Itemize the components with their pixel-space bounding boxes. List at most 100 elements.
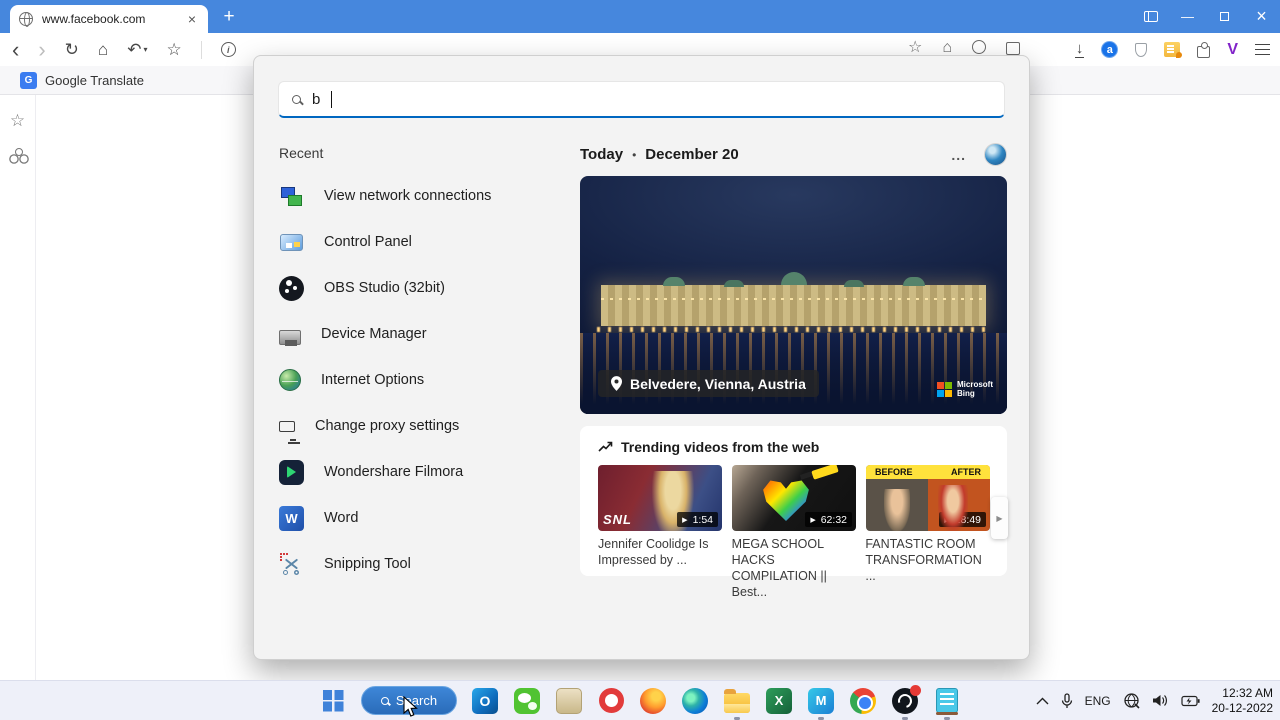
- taskbar-notepad[interactable]: [933, 687, 961, 720]
- recent-item-wondershare-filmora[interactable]: Wondershare Filmora: [279, 449, 559, 495]
- language-indicator[interactable]: ENG: [1085, 694, 1111, 708]
- assistant-extension-icon[interactable]: a: [1101, 41, 1119, 58]
- account-icon[interactable]: [972, 40, 987, 54]
- restore-button[interactable]: [1206, 0, 1243, 33]
- globe-avatar-icon[interactable]: [984, 143, 1007, 166]
- v-extension-icon[interactable]: V: [1227, 41, 1238, 59]
- more-options-button[interactable]: ...: [945, 147, 972, 163]
- video-title-1[interactable]: Jennifer Coolidge Is Impressed by ...: [598, 537, 722, 601]
- back-button[interactable]: ‹: [12, 38, 19, 61]
- excel-icon: X: [766, 687, 792, 714]
- star-icon[interactable]: ☆: [908, 40, 922, 56]
- notes-extension-icon[interactable]: [1164, 42, 1183, 58]
- internet-options-icon: [279, 369, 301, 391]
- running-indicator: [944, 716, 950, 720]
- proxy-settings-icon: [279, 421, 296, 441]
- tab-tiling-button[interactable]: [1132, 0, 1169, 33]
- taskbar-obs[interactable]: [891, 684, 921, 720]
- menu-hamburger-icon[interactable]: [1255, 43, 1270, 46]
- recent-item-obs-studio[interactable]: OBS Studio (32bit): [279, 265, 559, 311]
- recent-item-view-network-connections[interactable]: View network connections: [279, 173, 559, 219]
- video-title-3[interactable]: FANTASTIC ROOM TRANSFORMATION ...: [865, 537, 989, 601]
- taskbar-outlook[interactable]: O: [471, 687, 499, 715]
- recent-item-label: Change proxy settings: [315, 418, 460, 434]
- video-title-line: FANTASTIC ROOM: [865, 537, 976, 551]
- new-tab-button[interactable]: +: [216, 4, 242, 29]
- forward-button[interactable]: ›: [38, 38, 45, 61]
- recent-item-word[interactable]: W Word: [279, 495, 559, 541]
- taskbar-app[interactable]: [555, 687, 583, 715]
- extensions-puzzle-icon[interactable]: [1197, 42, 1211, 58]
- recent-item-label: Wondershare Filmora: [324, 464, 464, 480]
- site-info-button[interactable]: i: [220, 42, 236, 57]
- video-title-2[interactable]: MEGA SCHOOL HACKS COMPILATION || Best...: [732, 537, 856, 601]
- video-thumbnail-3[interactable]: BEFORE AFTER ▶ 18:49: [866, 465, 990, 531]
- opera-icon: [598, 688, 624, 713]
- sidebar-toggle-icon[interactable]: [1006, 42, 1021, 55]
- obs-studio-icon: [279, 275, 304, 301]
- video-thumbnail-1[interactable]: SNL ▶ 1:54: [598, 465, 722, 531]
- search-input[interactable]: b: [278, 81, 1005, 118]
- file-explorer-icon: [724, 688, 750, 713]
- tray-chevron-up-icon[interactable]: [1036, 697, 1049, 705]
- star-sidebar-icon[interactable]: ☆: [10, 111, 25, 131]
- running-indicator: [902, 716, 908, 720]
- network-globe-icon[interactable]: [1123, 692, 1140, 709]
- recent-item-label: Device Manager: [321, 326, 427, 342]
- taskbar-firefox[interactable]: [639, 687, 667, 715]
- video-thumbnail-2[interactable]: ▶ 62:32: [732, 465, 856, 531]
- bookmark-google-translate[interactable]: Google Translate: [45, 73, 144, 88]
- home-icon[interactable]: ⌂: [942, 40, 952, 56]
- home-button[interactable]: ⌂: [98, 41, 108, 58]
- taskbar-clock[interactable]: 12:32 AM 20-12-2022: [1212, 686, 1273, 716]
- word-icon: W: [279, 505, 304, 531]
- search-value: b: [312, 90, 321, 108]
- recent-item-change-proxy-settings[interactable]: Change proxy settings: [279, 403, 559, 449]
- palace-illustration: [601, 272, 986, 326]
- shield-icon[interactable]: [1135, 42, 1148, 57]
- mouse-cursor: [403, 696, 418, 717]
- recent-item-device-manager[interactable]: Device Manager: [279, 311, 559, 357]
- taskbar-excel[interactable]: X: [765, 687, 793, 715]
- volume-icon[interactable]: [1152, 693, 1169, 708]
- tab-close-icon[interactable]: ×: [185, 10, 199, 28]
- tray-time: 12:32 AM: [1222, 685, 1273, 700]
- today-label: Today: [580, 146, 624, 163]
- trending-arrow-icon: [598, 441, 613, 452]
- recent-item-control-panel[interactable]: Control Panel: [279, 219, 559, 265]
- microphone-icon[interactable]: [1061, 692, 1073, 709]
- play-icon: ▶: [682, 516, 688, 524]
- bing-daily-image[interactable]: Belvedere, Vienna, Austria Microsoft Bin…: [580, 176, 1007, 414]
- reload-button[interactable]: ↻: [65, 41, 79, 58]
- undo-icon: ↶: [127, 40, 142, 59]
- browser-tab[interactable]: www.facebook.com ×: [10, 5, 208, 33]
- recent-item-snipping-tool[interactable]: Snipping Tool: [279, 541, 559, 587]
- trending-title: Trending videos from the web: [621, 439, 820, 455]
- recent-item-internet-options[interactable]: Internet Options: [279, 357, 559, 403]
- battery-icon[interactable]: [1181, 695, 1200, 707]
- downloads-button[interactable]: ↓: [1074, 41, 1085, 58]
- image-caption: Belvedere, Vienna, Austria: [630, 375, 806, 392]
- carousel-next-button[interactable]: ▶: [991, 497, 1008, 539]
- image-caption-pill[interactable]: Belvedere, Vienna, Austria: [598, 370, 819, 397]
- snipping-tool-icon: [279, 552, 304, 577]
- firefox-icon: [640, 687, 666, 714]
- taskbar-wechat[interactable]: [513, 687, 541, 715]
- taskbar-file-explorer[interactable]: [723, 687, 751, 720]
- clover-icon[interactable]: [9, 148, 27, 164]
- tab-title: www.facebook.com: [42, 12, 146, 26]
- daily-header: Today • December 20 ...: [580, 143, 1007, 166]
- tray-date: 20-12-2022: [1211, 700, 1273, 715]
- bookmark-star-button[interactable]: ☆: [166, 41, 181, 58]
- close-button[interactable]: ×: [1243, 0, 1280, 33]
- taskbar-opera[interactable]: [597, 687, 625, 715]
- recent-item-label: Internet Options: [321, 372, 425, 388]
- minimize-button[interactable]: —: [1169, 0, 1206, 33]
- obs-icon: [892, 684, 921, 714]
- taskbar-chrome[interactable]: [849, 687, 877, 715]
- start-button[interactable]: [319, 687, 347, 715]
- taskbar-maxthon[interactable]: M: [807, 687, 835, 720]
- recent-item-label: OBS Studio (32bit): [324, 280, 445, 296]
- undo-button[interactable]: ↶ ▾: [127, 41, 147, 58]
- taskbar-edge[interactable]: [681, 687, 709, 715]
